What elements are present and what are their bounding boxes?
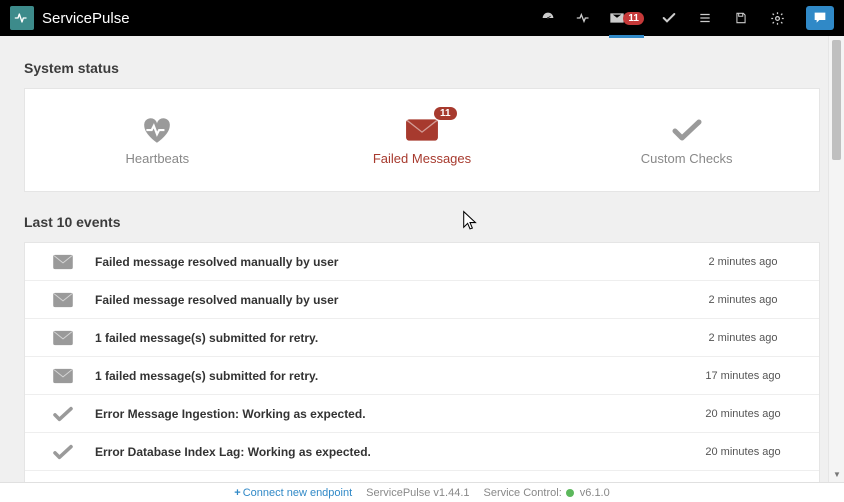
status-heartbeats[interactable]: Heartbeats xyxy=(25,89,290,191)
nav-config[interactable] xyxy=(766,0,788,36)
check-icon xyxy=(661,10,677,26)
list-icon xyxy=(698,11,712,25)
event-row[interactable]: Error Database Index Errors: Working as … xyxy=(25,471,819,482)
event-time: 17 minutes ago xyxy=(673,370,813,382)
status-card: Heartbeats 11 Failed Messages Custom Che… xyxy=(24,88,820,192)
events-title: Last 10 events xyxy=(24,214,820,230)
status-dot-icon xyxy=(566,489,574,497)
envelope-icon xyxy=(31,292,95,308)
status-failed-label: Failed Messages xyxy=(373,151,471,166)
nav-heartbeats[interactable] xyxy=(573,0,595,36)
sc-block: Service Control: v6.1.0 xyxy=(484,487,610,499)
sc-version: v6.1.0 xyxy=(580,487,610,499)
event-time: 20 minutes ago xyxy=(673,408,813,420)
heart-icon xyxy=(140,115,174,145)
event-time: 2 minutes ago xyxy=(673,256,813,268)
event-row[interactable]: 1 failed message(s) submitted for retry.… xyxy=(25,319,819,357)
nav-failed[interactable]: 11 xyxy=(609,0,644,36)
event-row[interactable]: Failed message resolved manually by user… xyxy=(25,281,819,319)
event-row[interactable]: Failed message resolved manually by user… xyxy=(25,243,819,281)
status-title: System status xyxy=(24,60,820,76)
envelope-icon xyxy=(31,330,95,346)
event-text: 1 failed message(s) submitted for retry. xyxy=(95,331,673,345)
gear-icon xyxy=(770,11,785,26)
plus-icon: + xyxy=(234,487,240,499)
event-text: 1 failed message(s) submitted for retry. xyxy=(95,369,673,383)
failed-badge: 11 xyxy=(434,107,457,120)
event-time: 20 minutes ago xyxy=(673,446,813,458)
check-icon xyxy=(670,115,704,145)
sc-label: Service Control: xyxy=(484,487,562,499)
top-navbar: ServicePulse 11 xyxy=(0,0,844,36)
status-checks[interactable]: Custom Checks xyxy=(554,89,819,191)
nav-feedback[interactable] xyxy=(806,6,834,30)
gauge-icon xyxy=(540,10,556,26)
envelope-icon xyxy=(405,115,439,145)
event-text: Failed message resolved manually by user xyxy=(95,293,673,307)
event-time: 2 minutes ago xyxy=(673,294,813,306)
scroll-thumb[interactable] xyxy=(832,40,841,160)
event-time: 2 minutes ago xyxy=(673,332,813,344)
connect-endpoint-link[interactable]: + Connect new endpoint xyxy=(234,487,352,499)
event-text: Error Database Index Lag: Working as exp… xyxy=(95,445,673,459)
nav-right: 11 xyxy=(537,0,834,36)
envelope-icon xyxy=(31,254,95,270)
event-text: Error Message Ingestion: Working as expe… xyxy=(95,407,673,421)
footer: + Connect new endpoint ServicePulse v1.4… xyxy=(0,482,844,502)
failed-count-badge: 11 xyxy=(623,12,644,25)
event-row[interactable]: 1 failed message(s) submitted for retry.… xyxy=(25,357,819,395)
event-row[interactable]: Error Message Ingestion: Working as expe… xyxy=(25,395,819,433)
events-list: Failed message resolved manually by user… xyxy=(24,242,820,482)
save-icon xyxy=(734,11,748,25)
check-icon xyxy=(31,406,95,422)
scroll-down-icon[interactable]: ▼ xyxy=(829,466,844,482)
event-row[interactable]: Error Database Index Lag: Working as exp… xyxy=(25,433,819,471)
scrollbar[interactable]: ▲ ▼ xyxy=(828,36,844,482)
sp-version: ServicePulse v1.44.1 xyxy=(366,487,469,499)
page-body: System status Heartbeats 11 Failed Messa… xyxy=(0,36,844,482)
status-checks-label: Custom Checks xyxy=(641,151,733,166)
nav-checks[interactable] xyxy=(658,0,680,36)
heartbeat-icon xyxy=(576,10,592,26)
check-icon xyxy=(31,444,95,460)
logo-icon xyxy=(10,6,34,30)
status-failed[interactable]: 11 Failed Messages xyxy=(290,89,555,191)
status-heartbeats-label: Heartbeats xyxy=(126,151,190,166)
event-text: Failed message resolved manually by user xyxy=(95,255,673,269)
envelope-icon xyxy=(31,368,95,384)
connect-label: Connect new endpoint xyxy=(243,487,352,499)
brand[interactable]: ServicePulse xyxy=(10,6,130,30)
app-name: ServicePulse xyxy=(42,10,130,27)
nav-dashboard[interactable] xyxy=(537,0,559,36)
nav-events[interactable] xyxy=(730,0,752,36)
nav-monitoring[interactable] xyxy=(694,0,716,36)
speech-icon xyxy=(812,10,828,26)
